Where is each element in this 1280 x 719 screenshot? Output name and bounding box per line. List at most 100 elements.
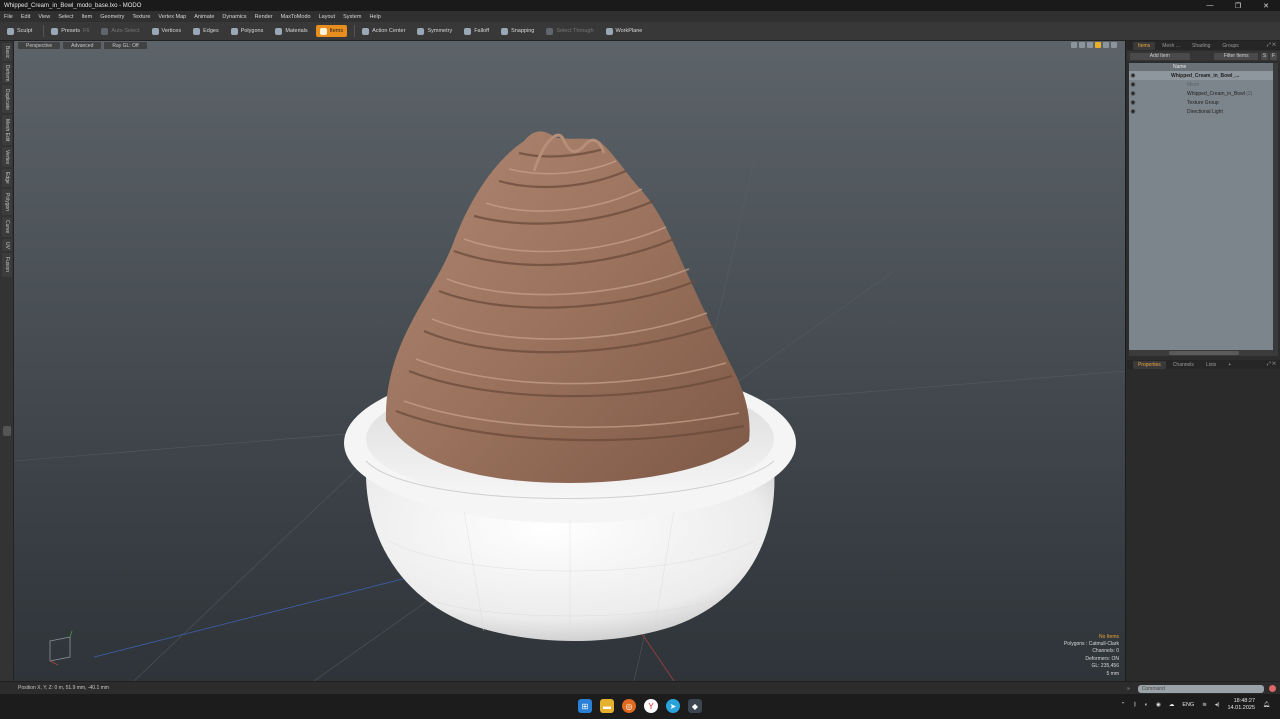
bluetooth-icon[interactable]: ᛒ	[1133, 702, 1136, 708]
speaker-icon[interactable]: ◂)	[1215, 702, 1220, 708]
tab-shading[interactable]: Shading	[1187, 42, 1215, 50]
menu-animate[interactable]: Animate	[194, 14, 214, 20]
move-view-icon[interactable]	[1071, 42, 1077, 48]
tab-polygon[interactable]: Polygon	[2, 189, 12, 215]
menu-item[interactable]: Item	[81, 14, 92, 20]
wifi-icon[interactable]: ≋	[1202, 702, 1207, 708]
snapping-button[interactable]: Snapping	[497, 25, 538, 37]
tab-vertex[interactable]: Vertex	[2, 147, 12, 167]
chrome-tray-icon[interactable]: ◉	[1156, 702, 1161, 708]
list-item[interactable]: ◉ Whipped_Cream_in_Bowl_...	[1129, 71, 1273, 80]
tab-deform[interactable]: Deform	[2, 63, 12, 83]
list-item[interactable]: ◉ Mesh	[1129, 80, 1273, 89]
clock[interactable]: 18:48:27 14.01.2025	[1227, 698, 1255, 712]
eye-icon[interactable]: ◉	[1129, 90, 1137, 98]
tab-curve[interactable]: Curve	[2, 217, 12, 237]
add-tab-button[interactable]: +	[1223, 361, 1236, 369]
workplane-button[interactable]: WorkPlane	[602, 25, 647, 37]
orientation-gizmo	[49, 630, 73, 666]
eye-icon[interactable]: ◉	[1129, 81, 1137, 89]
tab-edge[interactable]: Edge	[2, 169, 12, 187]
search-icon[interactable]: S	[1261, 52, 1269, 60]
tab-mesh-ops[interactable]: Mesh ...	[1157, 42, 1185, 50]
viewport-view-mode[interactable]: Perspective	[18, 42, 61, 49]
menu-geometry[interactable]: Geometry	[100, 14, 124, 20]
panel-expand-icon[interactable]: ⤢ ✕	[1267, 42, 1276, 48]
tab-duplicate[interactable]: Duplicate	[2, 85, 12, 113]
add-item-button[interactable]: Add Item	[1130, 52, 1190, 60]
selection-status: No Items	[1098, 633, 1119, 640]
steam-icon[interactable]: ◐	[1145, 702, 1148, 708]
command-input[interactable]: Command	[1137, 684, 1264, 693]
fit-view-icon[interactable]	[1095, 42, 1101, 48]
sculpt-button[interactable]: Sculpt	[3, 25, 36, 37]
windows-start-icon[interactable]: ⊞	[578, 699, 592, 713]
select-through-button[interactable]: Select Through	[542, 25, 597, 37]
menu-dynamics[interactable]: Dynamics	[222, 14, 246, 20]
vertices-button[interactable]: Vertices	[148, 25, 186, 37]
eye-icon[interactable]: ◉	[1129, 99, 1137, 107]
yandex-browser-icon[interactable]: Y	[644, 699, 658, 713]
browser-icon[interactable]: ◎	[622, 699, 636, 713]
tab-basic[interactable]: Basic	[2, 43, 12, 61]
clear-command-icon[interactable]	[1268, 685, 1276, 692]
list-item[interactable]: ◉ Texture Group	[1129, 98, 1273, 107]
items-button[interactable]: Items	[315, 25, 348, 37]
language-indicator[interactable]: ENG	[1182, 702, 1194, 708]
viewport-shading-mode[interactable]: Advanced	[63, 42, 102, 49]
menu-edit[interactable]: Edit	[21, 14, 30, 20]
close-button[interactable]: ✕	[1252, 0, 1280, 11]
presets-button[interactable]: Presets F6	[47, 25, 93, 37]
panel-expand-icon[interactable]: ⤢ ✕	[1267, 361, 1276, 367]
viewport-expand-icon[interactable]	[1111, 42, 1117, 48]
tab-groups[interactable]: Groups	[1217, 42, 1243, 50]
item-list-scrollbar[interactable]	[1273, 63, 1278, 356]
telegram-icon[interactable]: ➤	[666, 699, 680, 713]
rotate-view-icon[interactable]	[1079, 42, 1085, 48]
cloud-icon[interactable]: ☁	[1169, 702, 1175, 708]
tab-fusion[interactable]: Fusion	[2, 253, 12, 277]
filter-items-button[interactable]: Filter Items	[1214, 52, 1259, 60]
file-explorer-icon[interactable]: ▬	[600, 699, 614, 713]
list-item[interactable]: ◉ Directional Light	[1129, 107, 1273, 116]
filter-icon[interactable]: F	[1270, 52, 1277, 60]
menu-vertex-map[interactable]: Vertex Map	[158, 14, 186, 20]
notifications-icon[interactable]: 🔔︎	[1263, 702, 1270, 708]
list-item[interactable]: ◉ Whipped_Cream_in_Bowl (2)	[1129, 89, 1273, 98]
edges-button[interactable]: Edges	[189, 25, 223, 37]
panel-collapse-handle[interactable]	[3, 426, 11, 436]
menu-file[interactable]: File	[4, 14, 13, 20]
tab-items[interactable]: Items	[1133, 41, 1156, 50]
menu-layout[interactable]: Layout	[319, 14, 336, 20]
action-center-button[interactable]: Action Center	[358, 25, 409, 37]
tab-mesh-edit[interactable]: Mesh Edit	[2, 115, 12, 145]
menu-system[interactable]: System	[343, 14, 361, 20]
auto-select-button[interactable]: Auto Select	[97, 25, 143, 37]
menu-maxtomodo[interactable]: MaxToModo	[281, 14, 311, 20]
tab-channels[interactable]: Channels	[1168, 361, 1199, 369]
menu-select[interactable]: Select	[58, 14, 73, 20]
eye-icon[interactable]: ◉	[1129, 72, 1137, 80]
tab-uv[interactable]: UV	[2, 239, 12, 251]
maximize-button[interactable]: ❐	[1224, 0, 1252, 11]
tray-overflow-icon[interactable]: ⌃	[1121, 702, 1126, 708]
viewport-raygl-toggle[interactable]: Ray GL: Off	[104, 42, 147, 49]
symmetry-button[interactable]: Symmetry	[413, 25, 456, 37]
tab-properties[interactable]: Properties	[1133, 360, 1166, 369]
menu-view[interactable]: View	[38, 14, 50, 20]
menu-texture[interactable]: Texture	[132, 14, 150, 20]
materials-button[interactable]: Materials	[271, 25, 311, 37]
minimize-button[interactable]: —	[1196, 0, 1224, 11]
zoom-view-icon[interactable]	[1087, 42, 1093, 48]
menu-render[interactable]: Render	[255, 14, 273, 20]
polygons-button[interactable]: Polygons	[227, 25, 268, 37]
modo-app-icon[interactable]: ◆	[688, 699, 702, 713]
viewport-settings-icon[interactable]	[1103, 42, 1109, 48]
falloff-button[interactable]: Falloff	[460, 25, 493, 37]
eye-icon[interactable]: ◉	[1129, 108, 1137, 116]
tab-lists[interactable]: Lists	[1201, 361, 1221, 369]
3d-viewport[interactable]: Perspective Advanced Ray GL: Off No Item…	[14, 41, 1126, 681]
scroll-thumb[interactable]	[1169, 351, 1239, 355]
menu-help[interactable]: Help	[369, 14, 380, 20]
item-list-hscrollbar[interactable]	[1129, 350, 1273, 356]
